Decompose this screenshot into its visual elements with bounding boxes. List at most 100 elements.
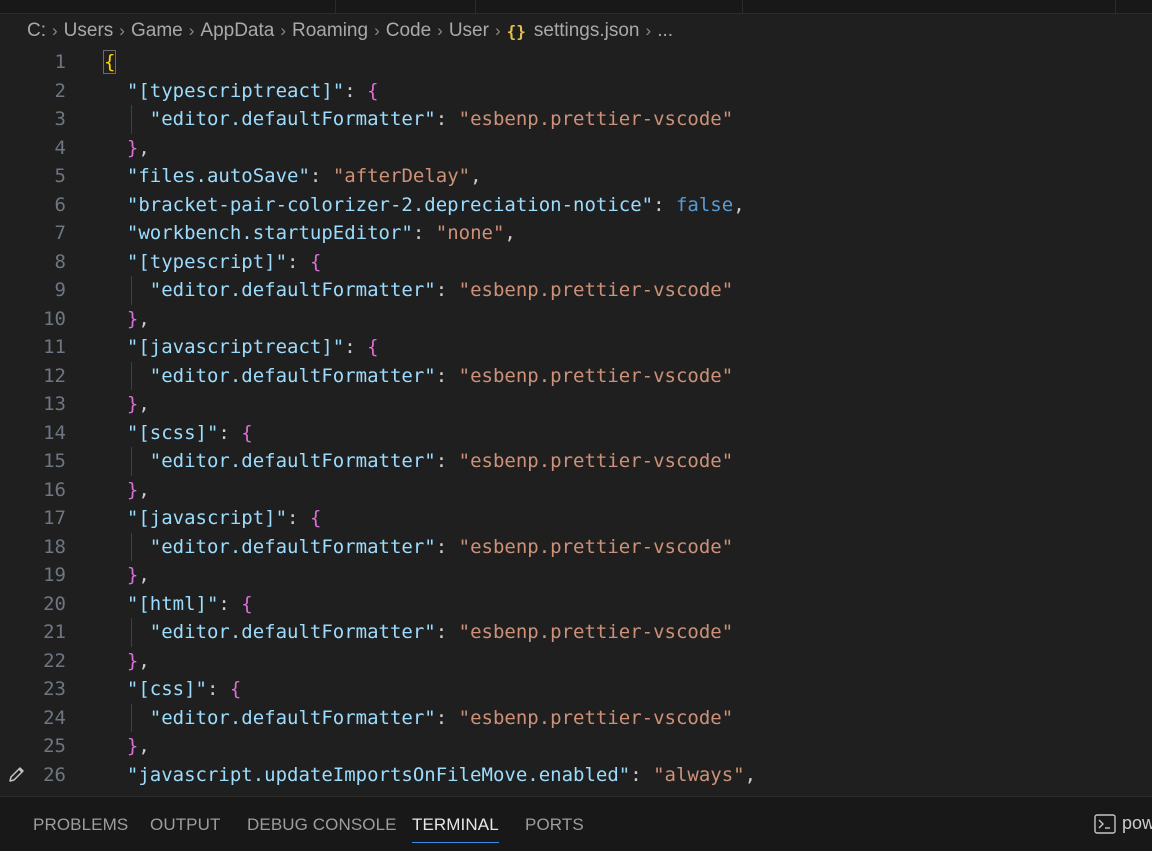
line-content: }, [104,390,150,419]
breadcrumb-roaming[interactable]: Roaming [292,20,368,42]
code-line[interactable]: 17 "[javascript]": { [0,504,1152,533]
colon: : [206,678,230,700]
code-line[interactable]: 8 "[typescript]": { [0,248,1152,277]
close-brace: } [126,136,139,159]
json-key: "editor.defaultFormatter" [149,535,436,558]
json-key: "[javascript]" [126,507,288,529]
close-brace: } [126,735,139,757]
code-line[interactable]: 21 "editor.defaultFormatter": "esbenp.pr… [0,618,1152,647]
json-key: "editor.defaultFormatter" [149,621,436,643]
code-line[interactable]: 15 "editor.defaultFormatter": "esbenp.pr… [0,447,1152,476]
line-content: "files.autoSave": "afterDelay", [104,162,482,191]
code-line[interactable]: 4 }, [0,134,1152,163]
json-string: "afterDelay" [332,165,471,187]
code-line[interactable]: 20 "[html]": { [0,590,1152,619]
line-number: 18 [43,535,66,558]
editor-tab-strip [0,0,1152,14]
code-line[interactable]: 14 "[scss]": { [0,419,1152,448]
line-content: "[typescript]": { [104,248,322,277]
code-line[interactable]: 1{ [0,48,1152,77]
line-content: }, [104,476,150,505]
indent-guide [131,447,132,476]
code-line[interactable]: 25 }, [0,732,1152,761]
line-number: 15 [43,450,66,472]
line-number: 5 [54,165,66,187]
chevron-right-icon: › [374,21,380,40]
code-line[interactable]: 2 "[typescriptreact]": { [0,77,1152,106]
code-line[interactable]: 18 "editor.defaultFormatter": "esbenp.pr… [0,532,1152,561]
line-content: "editor.defaultFormatter": "esbenp.prett… [104,447,733,476]
terminal-instance[interactable]: pow [1094,813,1152,834]
line-content: "[typescriptreact]": { [104,77,379,106]
json-string: "esbenp.prettier-vscode" [458,450,734,472]
tab-output[interactable]: OUTPUT [150,815,220,835]
json-key: "javascript.updateImportsOnFileMove.enab… [126,763,631,786]
tab-ports[interactable]: PORTS [525,815,584,835]
breadcrumb-code[interactable]: Code [386,20,431,42]
json-string: "always" [653,763,745,786]
code-line[interactable]: 6 "bracket-pair-colorizer-2.depreciation… [0,191,1152,220]
code-line[interactable]: 12 "editor.defaultFormatter": "esbenp.pr… [0,361,1152,390]
code-line[interactable]: 22 }, [0,647,1152,676]
comma: , [138,136,150,159]
tab-terminal[interactable]: TERMINAL [412,815,499,843]
breadcrumb-users[interactable]: Users [64,20,114,42]
colon: : [309,165,333,187]
code-line[interactable]: 24 "editor.defaultFormatter": "esbenp.pr… [0,703,1152,732]
json-string: "esbenp.prettier-vscode" [458,535,734,558]
line-content: { [102,48,117,77]
comma: , [138,649,150,672]
json-key: "editor.defaultFormatter" [149,108,436,130]
line-number: 24 [43,706,66,729]
code-line[interactable]: 3 "editor.defaultFormatter": "esbenp.pre… [0,105,1152,134]
terminal-name: pow [1122,813,1152,833]
code-line[interactable]: 26 "javascript.updateImportsOnFileMove.e… [0,761,1152,790]
breadcrumb-game[interactable]: Game [131,20,183,42]
tab-divider [742,0,743,13]
colon: : [344,336,368,358]
chevron-right-icon: › [280,21,287,40]
line-number: 21 [43,621,66,643]
line-content: "editor.defaultFormatter": "esbenp.prett… [104,618,733,647]
code-line[interactable]: 23 "[css]": { [0,675,1152,704]
line-number: 23 [43,678,66,700]
breadcrumb-symbols[interactable]: ... [657,20,673,42]
code-line[interactable]: 13 }, [0,390,1152,419]
line-content: "bracket-pair-colorizer-2.depreciation-n… [104,191,745,220]
code-line[interactable]: 10 }, [0,305,1152,334]
line-content: }, [104,561,150,590]
breadcrumb-user[interactable]: User [449,20,489,42]
code-line[interactable]: 9 "editor.defaultFormatter": "esbenp.pre… [0,276,1152,305]
tab-problems[interactable]: PROBLEMS [33,815,128,835]
line-number: 13 [43,393,66,415]
json-string: "none" [435,222,505,244]
breadcrumb-appdata[interactable]: AppData [200,20,274,42]
json-key: "editor.defaultFormatter" [149,706,436,729]
json-key: "editor.defaultFormatter" [149,364,436,387]
line-content: }, [104,647,150,676]
code-line[interactable]: 11 "[javascriptreact]": { [0,333,1152,362]
comma: , [504,222,516,244]
colon: : [435,535,459,558]
colon: : [435,364,459,387]
open-brace: { [229,678,242,700]
code-line[interactable]: 19 }, [0,561,1152,590]
breadcrumb-file[interactable]: settings.json [534,20,640,42]
json-string: "esbenp.prettier-vscode" [458,706,734,729]
json-key: "bracket-pair-colorizer-2.depreciation-n… [126,193,654,216]
tab-divider [475,0,476,13]
line-number: 1 [54,51,66,73]
colon: : [435,706,459,729]
line-number: 26 [43,763,66,786]
code-line[interactable]: 5 "files.autoSave": "afterDelay", [0,162,1152,191]
open-brace: { [241,592,253,615]
tab-debug-console[interactable]: DEBUG CONSOLE [247,815,397,835]
code-line[interactable]: 16 }, [0,476,1152,505]
line-content: "javascript.updateImportsOnFileMove.enab… [104,761,756,790]
comma: , [138,735,150,757]
code-editor[interactable]: 1{2 "[typescriptreact]": {3 "editor.defa… [0,48,1152,796]
json-key: "editor.defaultFormatter" [149,450,436,472]
code-line[interactable]: 7 "workbench.startupEditor": "none", [0,219,1152,248]
line-number: 14 [43,421,66,444]
breadcrumb-drive[interactable]: C: [27,20,46,42]
